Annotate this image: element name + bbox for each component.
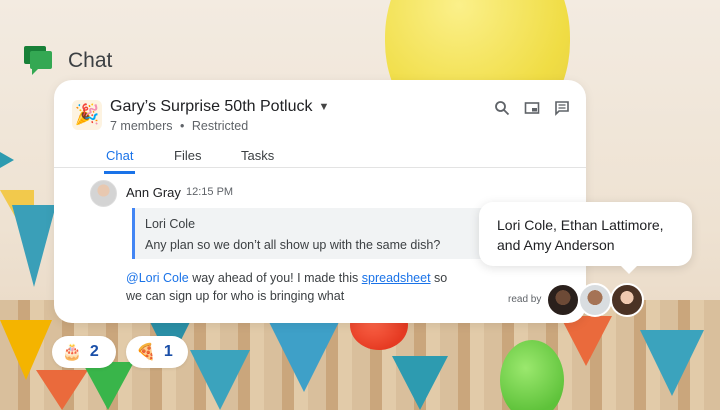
quote-author: Lori Cole [145, 217, 196, 231]
spreadsheet-link[interactable]: spreadsheet [362, 271, 431, 285]
chevron-down-icon: ▼ [318, 101, 330, 113]
threads-icon[interactable] [554, 100, 570, 116]
search-icon[interactable] [494, 100, 510, 116]
quote-text: Any plan so we don’t all show up with th… [145, 238, 441, 252]
reaction-chip[interactable]: 🍕 1 [126, 336, 188, 368]
access-status: Restricted [191, 119, 249, 133]
tab-bar: Chat Files Tasks [54, 138, 586, 174]
cake-icon: 🎂 [62, 344, 82, 361]
pizza-icon: 🍕 [136, 344, 156, 361]
tab-chat[interactable]: Chat [104, 148, 136, 174]
space-title-button[interactable]: Gary’s Surprise 50th Potluck ▼ [110, 98, 329, 116]
header-actions [494, 100, 570, 116]
pennant-flag [640, 330, 704, 396]
picture-in-picture-icon[interactable] [524, 100, 540, 116]
pennant-flag [560, 316, 612, 366]
pennant-flag [36, 370, 88, 410]
member-count: 7 members [110, 119, 173, 133]
read-receipt-tooltip: Lori Cole, Ethan Lattimore, and Amy Ande… [479, 202, 692, 274]
avatar[interactable] [546, 283, 580, 317]
user-mention[interactable]: @Lori Cole [126, 271, 189, 285]
message-body: @Lori Cole way ahead of you! I made this… [126, 269, 466, 305]
green-balloon [500, 340, 564, 410]
pennant-flag [392, 356, 448, 410]
reaction-count: 1 [163, 343, 173, 360]
message-time: 12:15 PM [186, 186, 234, 198]
space-title: Gary’s Surprise 50th Potluck [110, 98, 313, 115]
pennant-flag [268, 320, 340, 392]
pennant-flag [190, 350, 250, 410]
message-sender: Ann Gray [126, 185, 181, 200]
brand-title: Chat [68, 49, 113, 72]
tooltip-line: Lori Cole, Ethan Lattimore, [497, 217, 664, 233]
subtitle-separator: • [180, 119, 185, 133]
pennant-flag [0, 152, 14, 168]
pennant-flag [12, 205, 56, 287]
message-text-part: way ahead of you! I made this [188, 271, 362, 285]
reaction-chip[interactable]: 🎂 2 [52, 336, 116, 368]
tooltip-line: and Amy Anderson [497, 237, 615, 253]
chat-brand: Chat [24, 46, 112, 76]
avatar[interactable] [610, 283, 644, 317]
pennant-flag [82, 362, 134, 410]
avatar[interactable] [578, 283, 612, 317]
quoted-message[interactable]: Lori Cole Any plan so we don’t all show … [132, 208, 484, 259]
reaction-count: 2 [89, 343, 99, 360]
avatar[interactable] [90, 180, 117, 207]
space-subtitle: 7 members • Restricted [110, 119, 248, 133]
space-avatar-icon: 🎉 [72, 100, 102, 130]
read-by-label: read by [508, 294, 542, 305]
tab-files[interactable]: Files [174, 148, 201, 171]
google-chat-icon [24, 46, 54, 76]
tab-tasks[interactable]: Tasks [241, 148, 274, 171]
